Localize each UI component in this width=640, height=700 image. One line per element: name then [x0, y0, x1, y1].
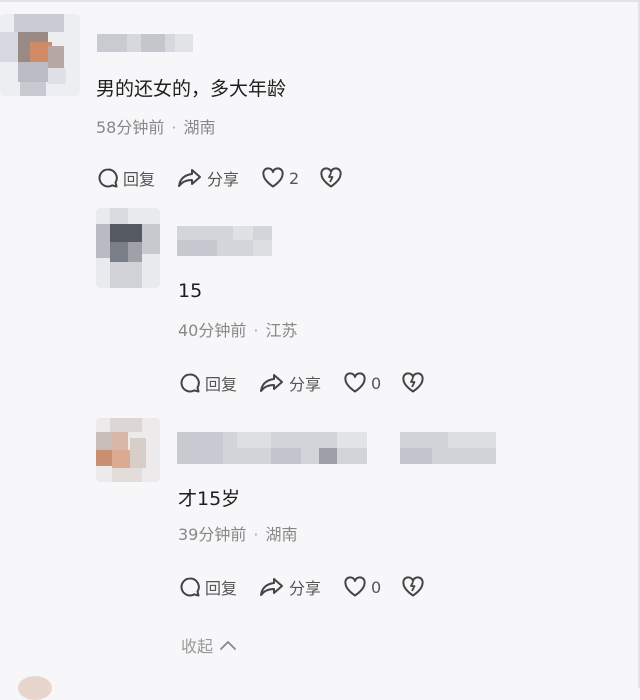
top-border — [0, 0, 640, 2]
collapse-label: 收起 — [181, 637, 214, 656]
comment-location: 湖南 — [265, 525, 298, 544]
comment-time: 40分钟前 — [178, 321, 247, 340]
dislike-button[interactable] — [401, 372, 425, 394]
reply-button[interactable]: 回复 — [97, 166, 155, 190]
comment-actions: 回复 分享 2 — [97, 166, 343, 190]
username-redacted — [97, 34, 193, 52]
username-redacted-extra — [400, 432, 496, 464]
like-count: 2 — [289, 168, 300, 188]
comment-text: 才15岁 — [178, 488, 241, 510]
share-label: 分享 — [289, 579, 322, 598]
share-button[interactable]: 分享 — [259, 371, 321, 395]
like-button[interactable]: 0 — [343, 372, 381, 394]
reply-label: 回复 — [205, 375, 238, 394]
comment-actions: 回复 分享 0 — [179, 575, 425, 599]
share-arrow-icon — [178, 169, 202, 187]
meta-separator: · — [171, 118, 177, 137]
reply-label: 回复 — [123, 170, 156, 189]
share-button[interactable]: 分享 — [177, 166, 239, 190]
reply-button[interactable]: 回复 — [179, 575, 237, 599]
comment-time: 58分钟前 — [96, 118, 165, 137]
avatar[interactable] — [0, 14, 80, 96]
comment-text: 男的还女的，多大年龄 — [96, 78, 287, 100]
avatar[interactable] — [96, 208, 160, 288]
username-redacted — [177, 226, 272, 256]
share-label: 分享 — [207, 170, 240, 189]
share-label: 分享 — [289, 375, 322, 394]
chevron-up-icon — [220, 641, 236, 650]
like-count: 0 — [371, 577, 382, 597]
meta-separator: · — [253, 525, 259, 544]
comment-time: 39分钟前 — [178, 525, 247, 544]
comment-meta: 58分钟前 · 湖南 — [96, 114, 215, 138]
meta-separator: · — [253, 321, 259, 340]
heart-icon — [344, 372, 366, 393]
collapse-replies-button[interactable]: 收起 — [181, 633, 237, 657]
comment-actions: 回复 分享 0 — [179, 371, 425, 395]
reply-button[interactable]: 回复 — [179, 371, 237, 395]
like-button[interactable]: 2 — [261, 167, 299, 189]
comment-bubble-icon — [98, 168, 118, 188]
broken-heart-icon — [402, 576, 424, 597]
comment-text: 15 — [178, 280, 203, 302]
broken-heart-icon — [320, 167, 342, 188]
comment-bubble-icon — [180, 373, 200, 393]
comment-meta: 39分钟前 · 湖南 — [178, 521, 297, 545]
username-redacted — [177, 432, 367, 464]
like-count: 0 — [371, 373, 382, 393]
heart-icon — [262, 167, 284, 188]
avatar[interactable] — [96, 418, 160, 482]
broken-heart-icon — [402, 372, 424, 393]
dislike-button[interactable] — [319, 167, 343, 189]
share-arrow-icon — [260, 578, 284, 596]
share-arrow-icon — [260, 374, 284, 392]
comment-location: 江苏 — [265, 321, 298, 340]
comment-meta: 40分钟前 · 江苏 — [178, 317, 297, 341]
heart-icon — [344, 576, 366, 597]
like-button[interactable]: 0 — [343, 576, 381, 598]
reply-label: 回复 — [205, 579, 238, 598]
share-button[interactable]: 分享 — [259, 575, 321, 599]
next-comment-avatar[interactable] — [18, 676, 52, 700]
comment-location: 湖南 — [183, 118, 216, 137]
comment-bubble-icon — [180, 577, 200, 597]
dislike-button[interactable] — [401, 576, 425, 598]
